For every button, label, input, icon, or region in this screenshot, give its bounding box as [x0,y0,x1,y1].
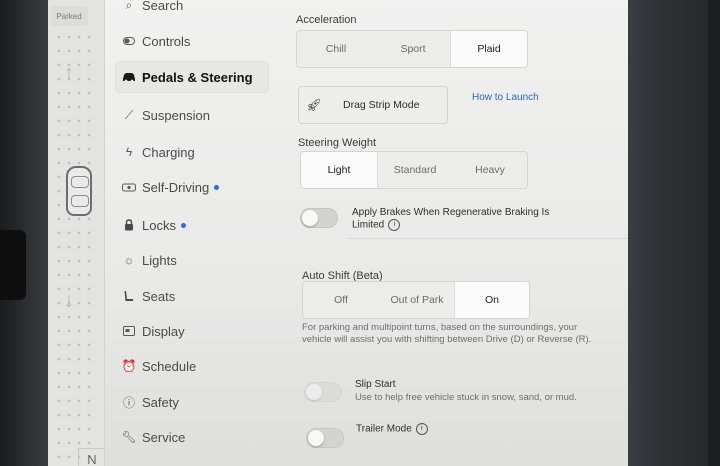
info-icon[interactable]: i [388,219,401,231]
menu-item-safety[interactable]: ⓘ Safety [116,387,268,417]
touchscreen: Parked ↑ ↓ N ⌕ Search Controls Pedals & … [48,0,628,466]
menu-item-label: Lights [142,252,177,268]
acceleration-option-chill[interactable]: Chill [297,31,375,67]
search-icon: ⌕ [125,0,133,12]
gear-indicator: N [78,448,105,466]
menu-item-suspension[interactable]: ⟋ Suspension [116,100,268,130]
menu-item-label: Suspension [142,107,210,123]
menu-item-label: Display [142,323,185,339]
update-dot [180,222,186,228]
apply-brakes-row: Apply Brakes When Regenerative Braking I… [352,207,582,232]
trailer-mode-row: Trailer Mode i [356,423,428,436]
menu-item-search[interactable]: ⌕ Search [116,0,268,20]
acceleration-selector: Chill Sport Plaid [296,30,528,68]
acceleration-option-plaid[interactable]: Plaid [451,31,527,67]
menu-item-lights[interactable]: ☼ Lights [116,245,268,275]
menu-item-seats[interactable]: Seats [116,281,268,311]
menu-item-controls[interactable]: Controls [116,26,268,56]
auto-shift-option-off[interactable]: Off [303,282,379,318]
how-to-launch-link[interactable]: How to Launch [472,92,539,103]
trailer-mode-toggle[interactable] [306,428,344,448]
menu-item-self-driving[interactable]: Self-Driving [116,172,268,202]
lock-icon [116,219,142,231]
steering-weight-title: Steering Weight [298,137,377,149]
info-icon[interactable]: i [415,423,428,435]
car-icon [116,72,142,82]
menu-item-label: Service [142,429,186,445]
car-top-view-icon[interactable] [66,166,92,216]
acceleration-option-sport[interactable]: Sport [375,31,451,67]
slip-start-toggle[interactable] [304,382,342,402]
drag-strip-mode-button[interactable]: 🚀︎ Drag Strip Mode [298,86,448,124]
menu-item-label: Schedule [142,358,197,374]
settings-menu: ⌕ Search Controls Pedals & Steering ⟋ Su… [112,0,282,466]
toggle-icon [116,37,142,45]
menu-item-label: Seats [142,288,176,304]
section-divider [348,238,628,239]
trailer-mode-label: Trailer Mode [356,423,412,435]
alarm-clock-icon: ⏰ [121,359,137,373]
menu-item-label: Safety [142,394,179,410]
shift-down-arrow-icon[interactable]: ↓ [64,290,74,313]
apply-brakes-toggle[interactable] [300,208,338,228]
slip-start-description: Use to help free vehicle stuck in snow, … [355,392,577,403]
parked-indicator: Parked [50,6,88,26]
acceleration-title: Acceleration [296,14,357,26]
right-bezel [628,0,720,466]
menu-item-service[interactable]: 🔧︎ Service [116,422,268,452]
auto-shift-option-out-of-park[interactable]: Out of Park [379,282,455,318]
info-circle-icon: ⓘ [122,395,135,410]
steering-wheel-icon [116,183,142,192]
steering-weight-option-standard[interactable]: Standard [377,152,453,188]
menu-item-pedals-steering[interactable]: Pedals & Steering [116,62,268,92]
menu-item-locks[interactable]: Locks [116,210,268,240]
auto-shift-description: For parking and multipoint turns, based … [302,322,592,345]
shift-up-arrow-icon[interactable]: ↑ [64,62,74,85]
menu-item-label: Search [142,0,184,13]
slip-start-label: Slip Start [355,379,396,390]
steering-weight-option-heavy[interactable]: Heavy [453,152,527,188]
strip-dot-pattern [54,30,96,460]
menu-item-charging[interactable]: ϟ Charging [116,137,268,167]
drag-strip-mode-label: Drag Strip Mode [343,99,420,111]
menu-item-schedule[interactable]: ⏰ Schedule [116,351,268,381]
steering-weight-selector: Light Standard Heavy [300,151,528,189]
menu-item-label: Pedals & Steering [142,69,253,85]
car-status-strip: Parked ↑ ↓ N [48,0,105,466]
auto-shift-selector: Off Out of Park On [302,281,530,319]
sun-icon: ☼ [123,253,135,267]
charging-cable [0,230,26,300]
seat-icon [116,290,142,302]
bolt-icon: ϟ [125,145,133,159]
menu-item-display[interactable]: Display [116,316,268,346]
wrench-icon: 🔧︎ [121,430,137,444]
rocket-icon: 🚀︎ [306,98,322,112]
update-dot [214,184,220,190]
apply-brakes-label: Apply Brakes When Regenerative Braking I… [352,207,550,231]
menu-item-label: Controls [142,33,191,49]
steering-weight-option-light[interactable]: Light [301,152,377,188]
settings-content: Acceleration Chill Sport Plaid 🚀︎ Drag S… [296,0,628,466]
display-icon [116,326,142,336]
menu-item-label: Self-Driving [142,179,210,195]
left-bezel [0,0,48,466]
suspension-icon: ⟋ [124,107,134,122]
auto-shift-option-on[interactable]: On [455,282,529,318]
menu-item-label: Locks [142,217,176,233]
menu-item-label: Charging [142,144,195,160]
